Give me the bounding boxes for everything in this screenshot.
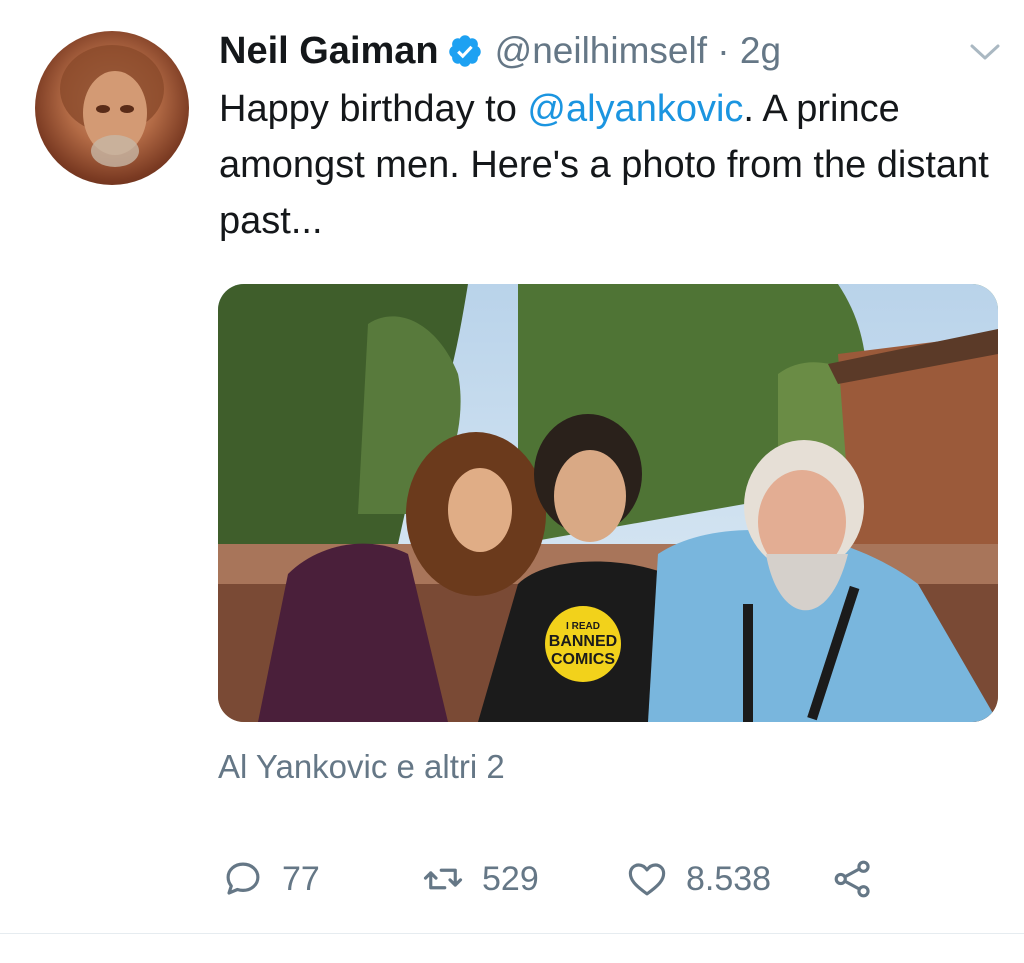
chevron-down-icon[interactable] xyxy=(968,40,1002,64)
author-name[interactable]: Neil Gaiman xyxy=(219,30,439,73)
shirt-text-3: COMICS xyxy=(551,651,615,668)
retweet-count: 529 xyxy=(482,859,539,898)
tweet-header: Neil Gaiman @neilhimself · 2g xyxy=(219,26,781,76)
reply-icon xyxy=(226,862,260,895)
reply-count: 77 xyxy=(282,859,320,898)
avatar-portrait xyxy=(60,45,164,167)
share-icon xyxy=(834,860,870,898)
retweet-button[interactable]: 529 xyxy=(422,852,539,906)
retweet-icon xyxy=(423,868,463,890)
author-avatar[interactable] xyxy=(35,31,189,185)
reply-button[interactable]: 77 xyxy=(222,852,320,906)
photo-image: I READ BANNED COMICS xyxy=(218,284,998,722)
like-button[interactable]: 8.538 xyxy=(626,852,771,906)
tweet-actions: 77 529 8.538 xyxy=(0,852,1024,906)
shirt-text-1: I READ xyxy=(566,621,600,632)
tweet-divider xyxy=(0,933,1024,934)
tweet-text: Happy birthday to @alyankovic. A prince … xyxy=(219,81,999,249)
like-count: 8.538 xyxy=(686,859,772,898)
tagged-users[interactable]: Al Yankovic e altri 2 xyxy=(218,748,505,786)
heart-icon xyxy=(628,863,666,896)
tweet-text-start: Happy birthday to xyxy=(219,88,528,130)
tweet-photo[interactable]: I READ BANNED COMICS xyxy=(218,284,998,722)
author-handle-time[interactable]: @neilhimself · 2g xyxy=(495,30,781,72)
mention-link[interactable]: @alyankovic xyxy=(527,88,743,130)
shirt-text-2: BANNED xyxy=(549,633,617,650)
share-button[interactable] xyxy=(832,852,874,906)
verified-badge-icon xyxy=(448,35,481,67)
